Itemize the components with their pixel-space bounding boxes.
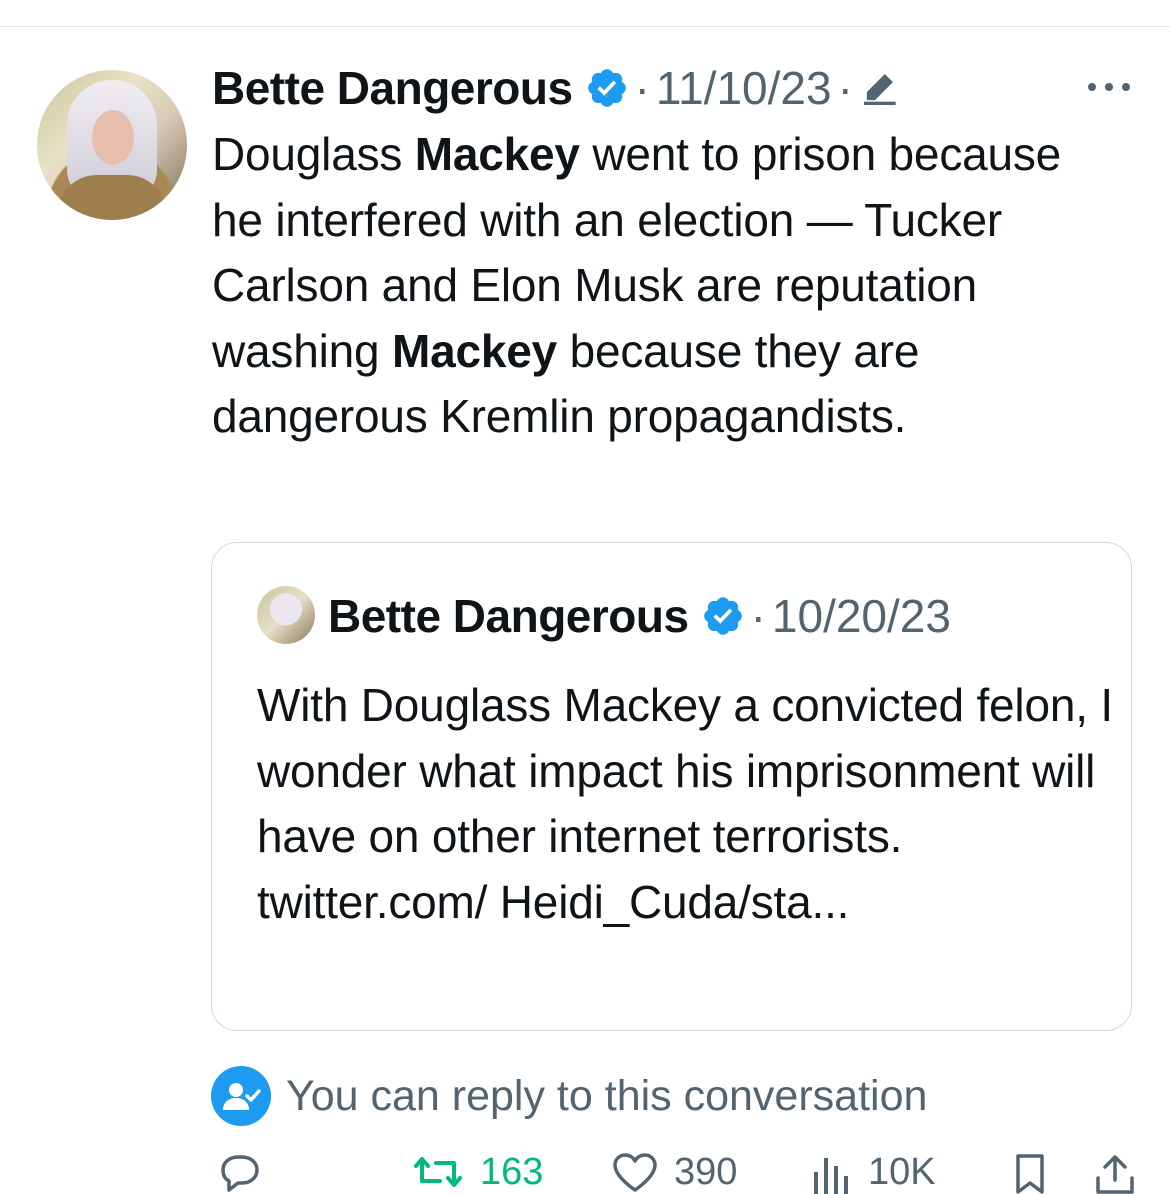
- tweet-date[interactable]: 11/10/23: [656, 61, 832, 115]
- retweet-button[interactable]: 163: [410, 1150, 543, 1194]
- quoted-author-avatar[interactable]: [257, 586, 315, 644]
- tweet-text-part: Douglass: [212, 128, 415, 180]
- tweet-text: Douglass Mackey went to prison because h…: [212, 122, 1112, 450]
- user-check-icon: [211, 1066, 271, 1126]
- pencil-icon[interactable]: [859, 68, 899, 108]
- retweet-icon: [414, 1157, 462, 1187]
- quoted-tweet-text: With Douglass Mackey a convicted felon, …: [257, 679, 1113, 928]
- top-divider: [0, 26, 1170, 27]
- like-count: 390: [674, 1150, 738, 1193]
- share-icon: [1096, 1155, 1134, 1194]
- quoted-tweet-card[interactable]: Bette Dangerous · 10/20/23 With Douglass…: [211, 542, 1132, 1031]
- tweet-text-highlight: Mackey: [414, 128, 580, 180]
- verified-badge-icon[interactable]: [585, 66, 629, 110]
- quoted-tweet-header: Bette Dangerous · 10/20/23: [328, 589, 951, 643]
- quoted-header-separator: ·: [750, 590, 766, 642]
- tweet-text-highlight: Mackey: [391, 324, 557, 377]
- tweet-header: Bette Dangerous · 11/10/23 ·: [212, 60, 899, 116]
- reply-permission-notice: You can reply to this conversation: [211, 1066, 927, 1126]
- quoted-author-name: Bette Dangerous: [328, 590, 689, 642]
- share-button[interactable]: [1092, 1150, 1138, 1194]
- reply-button[interactable]: [213, 1150, 263, 1194]
- bookmark-button[interactable]: [1010, 1150, 1050, 1194]
- header-separator: ·: [634, 62, 650, 114]
- bookmark-icon: [1016, 1154, 1044, 1194]
- author-avatar[interactable]: [37, 70, 187, 220]
- bar-chart-icon: [814, 1158, 848, 1194]
- verified-badge-icon: [701, 594, 745, 638]
- views-button[interactable]: 10K: [808, 1150, 936, 1194]
- views-count: 10K: [868, 1150, 936, 1193]
- reply-notice-text: You can reply to this conversation: [286, 1071, 928, 1120]
- like-button[interactable]: 390: [610, 1150, 737, 1194]
- comment-icon: [221, 1155, 259, 1192]
- heart-icon: [613, 1153, 657, 1192]
- more-horizontal-icon[interactable]: [1086, 78, 1132, 96]
- header-separator-2: ·: [837, 62, 853, 114]
- avatar-face: [92, 110, 134, 165]
- retweet-count: 163: [480, 1150, 544, 1193]
- quoted-tweet-date: 10/20/23: [771, 590, 951, 642]
- avatar-shirt: [57, 175, 167, 220]
- action-bar: 163 390 10K: [0, 1150, 1170, 1194]
- author-name[interactable]: Bette Dangerous: [212, 61, 573, 115]
